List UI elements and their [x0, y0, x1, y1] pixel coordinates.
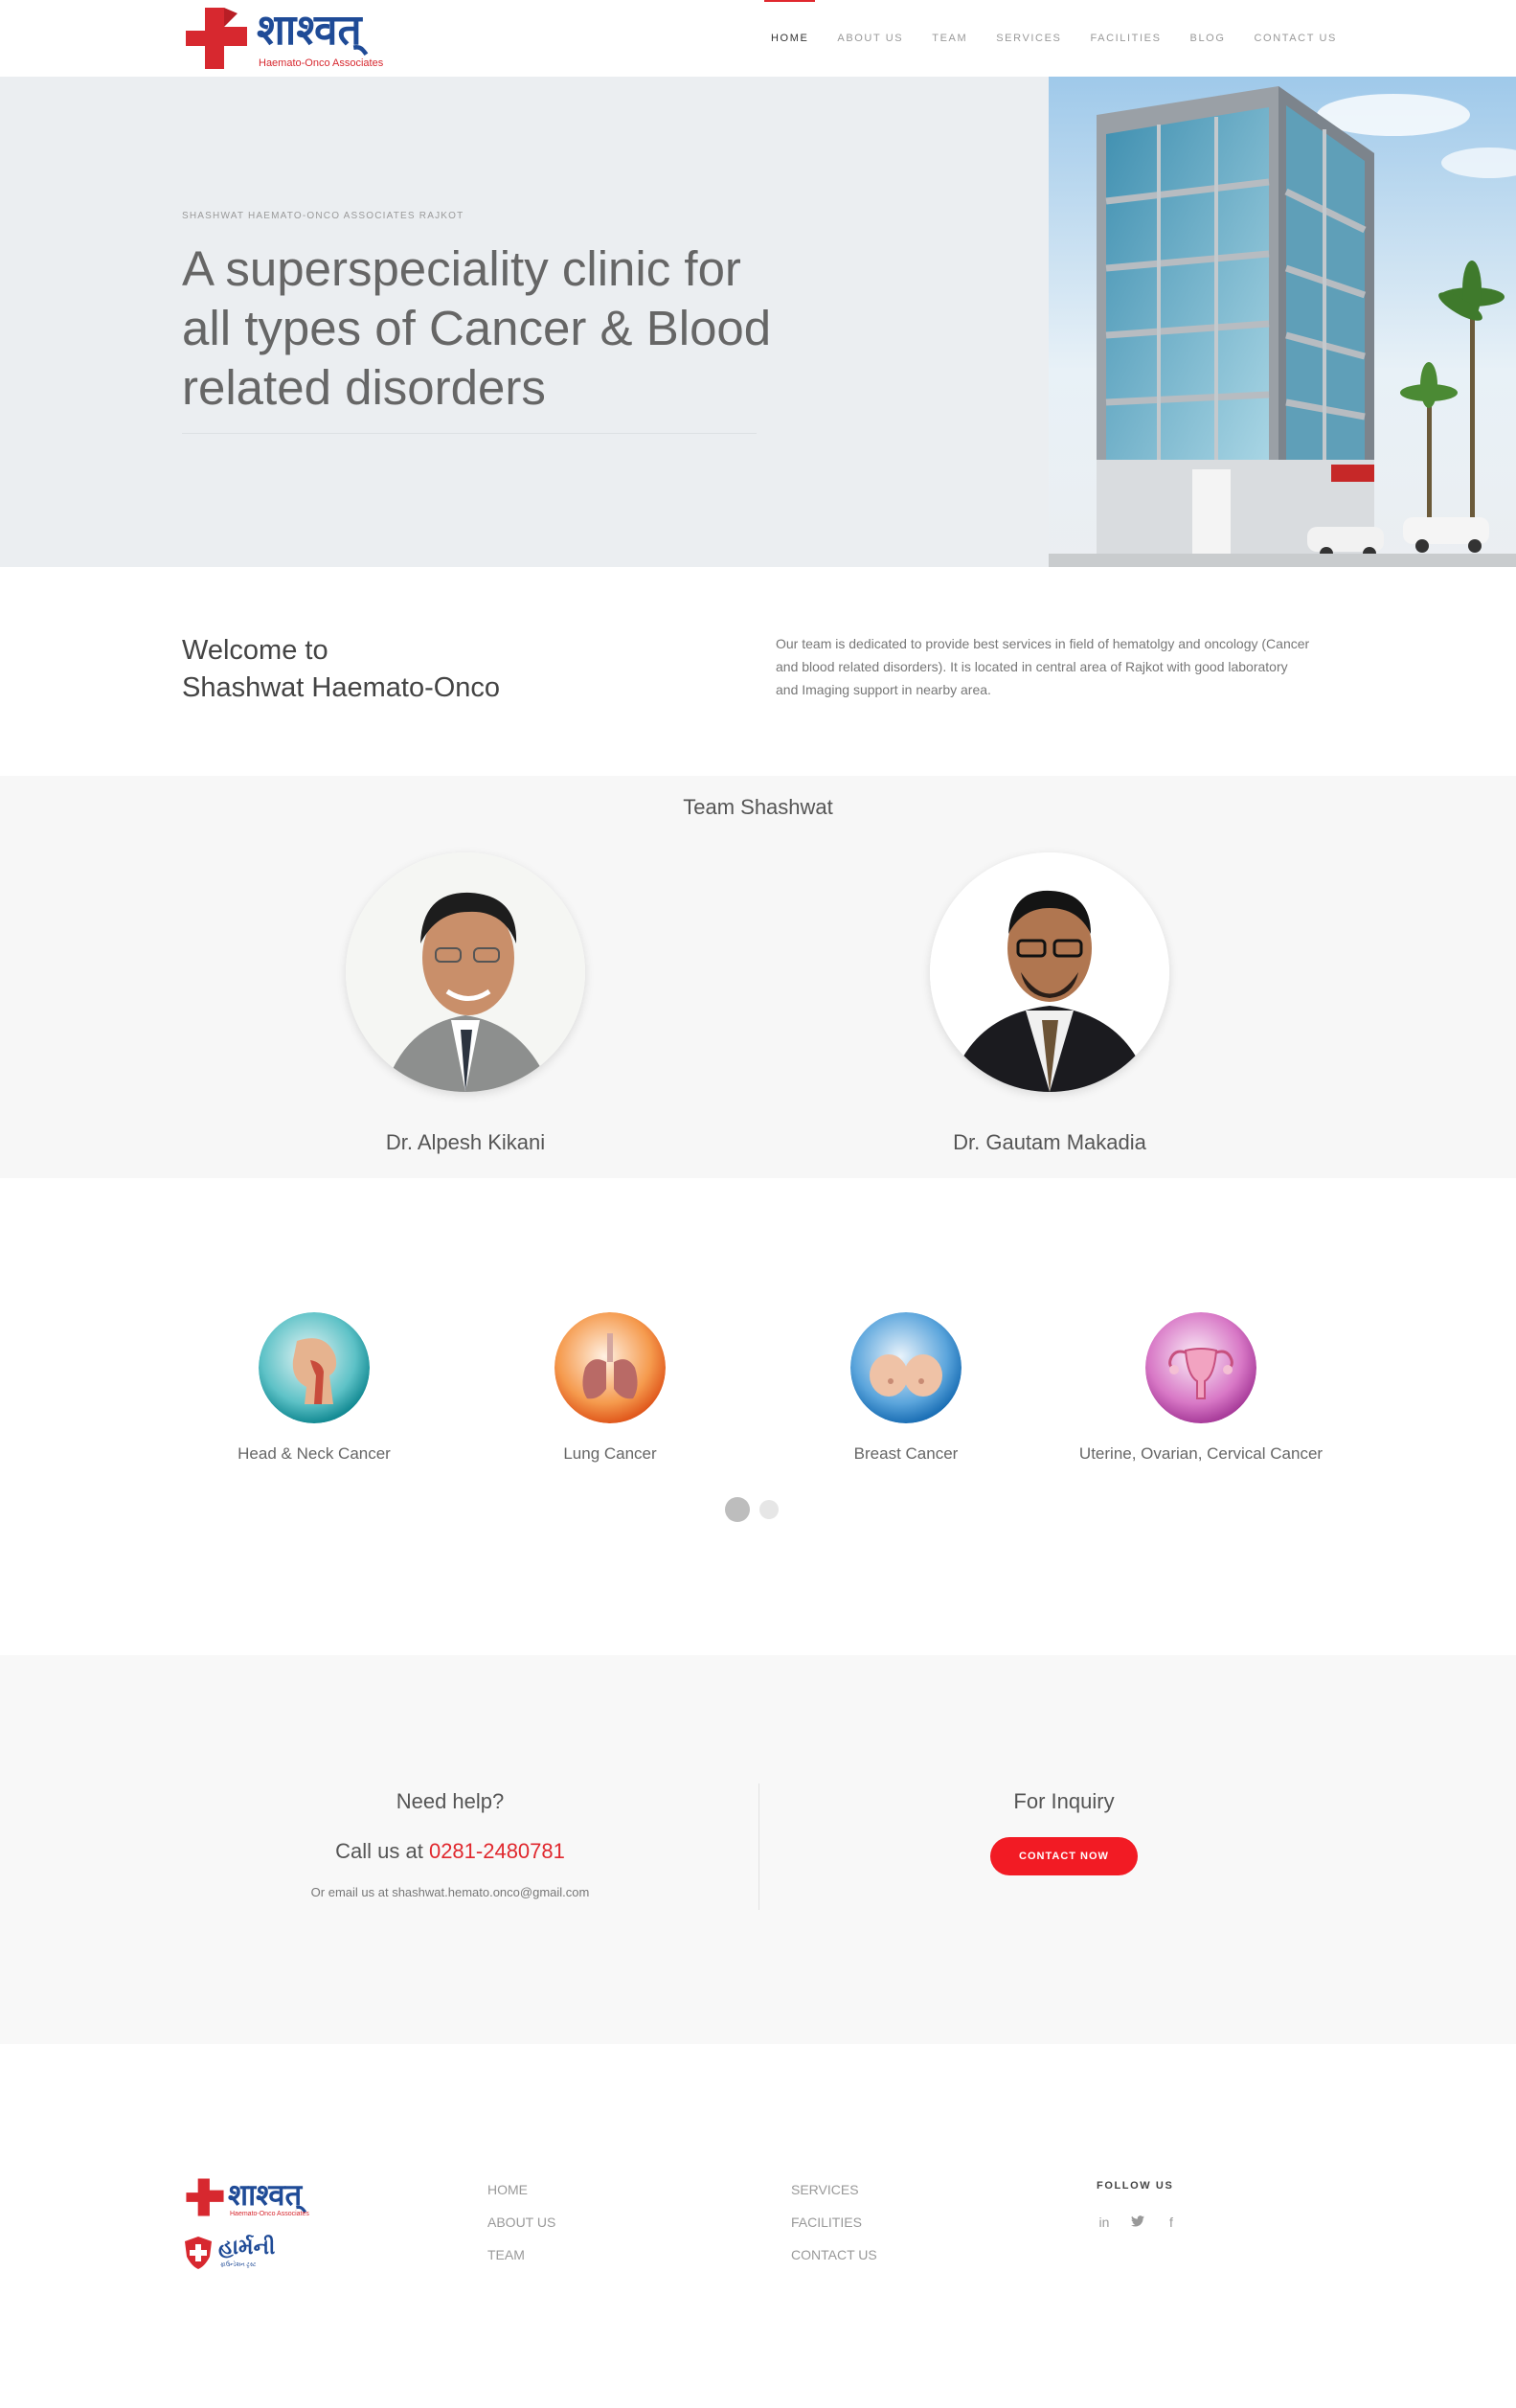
hero-title: A superspeciality clinic for all types o… [182, 241, 772, 415]
carousel-dot-active[interactable] [725, 1497, 750, 1522]
nav-blog[interactable]: BLOG [1176, 0, 1240, 77]
team-title: Team Shashwat [683, 795, 833, 819]
hero-section: SHASHWAT HAEMATO-ONCO ASSOCIATES RAJKOT … [0, 77, 1516, 567]
medical-cross-icon [186, 8, 247, 69]
lungs-icon [554, 1312, 666, 1423]
nav-services[interactable]: SERVICES [982, 0, 1075, 77]
doctor-photo-icon [930, 852, 1169, 1092]
call-prefix: Call us at [335, 1839, 429, 1863]
nav-about-us[interactable]: ABOUT US [823, 0, 917, 77]
partner-brand-tagline: ફાઉન્ડેશન ટ્રસ્ટ [220, 2262, 257, 2268]
footer-logo[interactable]: शाश्वत् Haemato-Onco Associates [184, 2174, 328, 2222]
help-title: Need help? [396, 1789, 505, 1813]
service-label: Head & Neck Cancer [238, 1444, 391, 1463]
shield-cross-icon [185, 2237, 212, 2269]
phone-link[interactable]: 0281-2480781 [429, 1839, 565, 1863]
welcome-text: Our team is dedicated to provide best se… [776, 636, 1310, 697]
uterus-icon [1145, 1312, 1256, 1423]
help-divider [758, 1783, 759, 1910]
hero-kicker: SHASHWAT HAEMATO-ONCO ASSOCIATES RAJKOT [182, 211, 464, 221]
carousel-pagination [725, 1497, 779, 1522]
welcome-title-line2: Shashwat Haemato-Onco [182, 672, 501, 703]
site-header: शाश्वत् Haemato-Onco Associates HOME ABO… [0, 0, 1516, 77]
footer-partner-logo[interactable]: હાર્મની ફાઉન્ડેશન ટ્રસ્ટ [184, 2234, 280, 2276]
inquiry-block: For Inquiry CONTACT NOW [777, 1789, 1351, 1875]
contact-now-button[interactable]: CONTACT NOW [990, 1837, 1138, 1875]
main-nav: HOME ABOUT US TEAM SERVICES FACILITIES B… [757, 0, 1351, 77]
inquiry-title: For Inquiry [1013, 1789, 1115, 1813]
linkedin-icon[interactable]: in [1097, 2215, 1112, 2230]
social-links: in f [1097, 2215, 1179, 2230]
footer-link-team[interactable]: TEAM [487, 2245, 555, 2278]
breast-icon [850, 1312, 962, 1423]
call-line: Call us at 0281-2480781 [182, 1839, 718, 1864]
team-member-name: Dr. Alpesh Kikani [385, 1130, 546, 1154]
service-item[interactable]: Breast Cancer [762, 1312, 1050, 1464]
carousel-dot[interactable] [759, 1500, 779, 1519]
head-neck-icon [259, 1312, 370, 1423]
service-label: Breast Cancer [853, 1444, 959, 1463]
medical-cross-icon [186, 2178, 224, 2216]
footer-link-contact-us[interactable]: CONTACT US [791, 2245, 877, 2278]
service-label: Lung Cancer [563, 1444, 657, 1463]
follow-us-heading: FOLLOW US [1097, 2180, 1174, 2192]
avatar [346, 852, 585, 1092]
footer-brand-text: शाश्वत् [228, 2178, 303, 2213]
footer-link-facilities[interactable]: FACILITIES [791, 2213, 877, 2245]
facebook-icon[interactable]: f [1164, 2215, 1179, 2230]
logo-brand-text: शाश्वत् [257, 6, 362, 55]
hero-divider [182, 433, 757, 434]
logo-tagline: Haemato-Onco Associates [259, 57, 384, 69]
footer-links-col2: SERVICES FACILITIES CONTACT US [791, 2180, 877, 2278]
footer-link-services[interactable]: SERVICES [791, 2180, 877, 2213]
nav-team[interactable]: TEAM [917, 0, 982, 77]
team-member-card[interactable]: Dr. Alpesh Kikani [322, 852, 609, 1155]
avatar [930, 852, 1169, 1092]
email-text[interactable]: Or email us at shashwat.hemato.onco@gmai… [182, 1885, 718, 1899]
team-member-card[interactable]: Dr. Gautam Makadia [906, 852, 1193, 1155]
doctor-photo-icon [346, 852, 585, 1092]
welcome-title: Welcome to Shashwat Haemato-Onco [182, 632, 500, 707]
nav-home[interactable]: HOME [757, 0, 823, 77]
nav-contact-us[interactable]: CONTACT US [1240, 0, 1352, 77]
service-item[interactable]: Head & Neck Cancer [170, 1312, 458, 1464]
site-logo[interactable]: शाश्वत् Haemato-Onco Associates [182, 4, 412, 73]
service-item[interactable]: Uterine, Ovarian, Cervical Cancer [1057, 1312, 1345, 1464]
partner-brand-text: હાર્મની [218, 2236, 276, 2260]
footer-links-col1: HOME ABOUT US TEAM [487, 2180, 555, 2278]
help-section: Need help? Call us at 0281-2480781 Or em… [0, 1655, 1516, 2044]
welcome-title-line1: Welcome to [182, 635, 328, 666]
team-section: Team Shashwat Dr. Alpesh Kikani Dr. Gaut… [0, 776, 1516, 1178]
nav-facilities[interactable]: FACILITIES [1075, 0, 1175, 77]
service-label: Uterine, Ovarian, Cervical Cancer [1078, 1444, 1324, 1463]
footer-brand-tagline: Haemato-Onco Associates [230, 2211, 309, 2217]
service-item[interactable]: Lung Cancer [466, 1312, 754, 1464]
footer-link-about-us[interactable]: ABOUT US [487, 2213, 555, 2245]
help-contact-block: Need help? Call us at 0281-2480781 Or em… [182, 1789, 718, 1899]
footer-link-home[interactable]: HOME [487, 2180, 555, 2213]
twitter-icon[interactable] [1130, 2215, 1145, 2230]
team-member-name: Dr. Gautam Makadia [953, 1130, 1146, 1154]
clinic-building-image [1049, 77, 1516, 567]
